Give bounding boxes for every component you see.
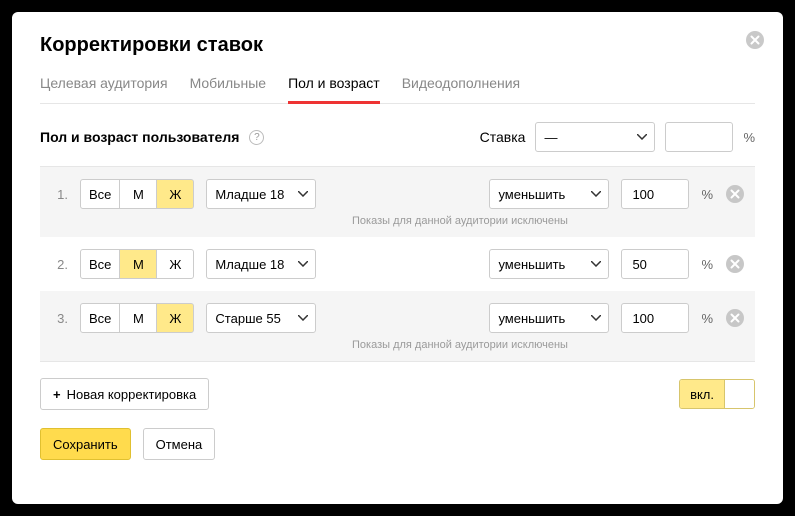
rows-list: 1.ВсеМЖМладше 18уменьшить%Показы для дан…	[40, 166, 755, 362]
gender-f[interactable]: Ж	[156, 303, 194, 333]
tab-1[interactable]: Мобильные	[190, 75, 267, 104]
row-note: Показы для данной аудитории исключены	[52, 215, 745, 227]
delete-row-icon[interactable]	[725, 184, 745, 204]
gender-all[interactable]: Все	[80, 303, 120, 333]
add-adjustment-button[interactable]: + Новая корректировка	[40, 378, 209, 410]
gender-f[interactable]: Ж	[156, 179, 194, 209]
chevron-down-icon	[591, 315, 601, 321]
value-input[interactable]	[621, 249, 689, 279]
chevron-down-icon	[298, 191, 308, 197]
adjustment-row: 3. ВсеМЖ Старше 55 уменьшить% Показы для дан…	[40, 291, 755, 361]
pct-sign: %	[701, 311, 713, 326]
close-icon[interactable]	[745, 30, 765, 50]
filter-label: Пол и возраст пользователя	[40, 129, 239, 145]
adjustment-row: 1. ВсеМЖ Младше 18 уменьшить% Показы для дан…	[40, 167, 755, 237]
age-select[interactable]: Старше 55	[206, 303, 316, 333]
row-note: Показы для данной аудитории исключены	[52, 339, 745, 351]
delete-row-icon[interactable]	[725, 254, 745, 274]
chevron-down-icon	[298, 315, 308, 321]
value-input[interactable]	[621, 179, 689, 209]
cancel-button[interactable]: Отмена	[143, 428, 216, 460]
chevron-down-icon	[637, 134, 647, 140]
adjustment-row: 2. ВсеМЖ Младше 18 уменьшить%	[40, 237, 755, 291]
enable-toggle[interactable]: вкл.	[679, 379, 755, 409]
gender-m[interactable]: М	[119, 179, 157, 209]
stavka-pct-input[interactable]	[665, 122, 733, 152]
age-value: Младше 18	[215, 257, 284, 272]
gender-all[interactable]: Все	[80, 179, 120, 209]
chevron-down-icon	[591, 261, 601, 267]
stavka-select[interactable]: —	[535, 122, 655, 152]
toggle-knob	[724, 380, 754, 408]
age-value: Младше 18	[215, 187, 284, 202]
age-select[interactable]: Младше 18	[206, 249, 316, 279]
row-index: 3.	[52, 311, 68, 326]
action-select[interactable]: уменьшить	[489, 303, 609, 333]
add-adjustment-label: Новая корректировка	[67, 387, 197, 402]
age-select[interactable]: Младше 18	[206, 179, 316, 209]
age-value: Старше 55	[215, 311, 280, 326]
tab-3[interactable]: Видеодополнения	[402, 75, 520, 104]
help-icon[interactable]: ?	[249, 130, 264, 145]
plus-icon: +	[53, 387, 61, 402]
gender-m[interactable]: М	[119, 303, 157, 333]
chevron-down-icon	[298, 261, 308, 267]
tabs: Целевая аудитория Мобильные Пол и возраст В…	[40, 75, 755, 104]
save-button[interactable]: Сохранить	[40, 428, 131, 460]
gender-segmented: ВсеМЖ	[80, 303, 194, 333]
toggle-label: вкл.	[680, 380, 724, 408]
action-select[interactable]: уменьшить	[489, 179, 609, 209]
gender-f[interactable]: Ж	[156, 249, 194, 279]
stavka-value: —	[544, 130, 557, 145]
pct-sign: %	[743, 130, 755, 145]
row-index: 2.	[52, 257, 68, 272]
stavka-label: Ставка	[480, 129, 526, 145]
tab-0[interactable]: Целевая аудитория	[40, 75, 168, 104]
action-select[interactable]: уменьшить	[489, 249, 609, 279]
pct-sign: %	[701, 187, 713, 202]
gender-all[interactable]: Все	[80, 249, 120, 279]
gender-m[interactable]: М	[119, 249, 157, 279]
gender-segmented: ВсеМЖ	[80, 179, 194, 209]
value-input[interactable]	[621, 303, 689, 333]
tab-2[interactable]: Пол и возраст	[288, 75, 380, 104]
row-index: 1.	[52, 187, 68, 202]
action-value: уменьшить	[498, 187, 565, 202]
pct-sign: %	[701, 257, 713, 272]
action-value: уменьшить	[498, 311, 565, 326]
gender-segmented: ВсеМЖ	[80, 249, 194, 279]
action-value: уменьшить	[498, 257, 565, 272]
page-title: Корректировки ставок	[40, 34, 755, 57]
delete-row-icon[interactable]	[725, 308, 745, 328]
chevron-down-icon	[591, 191, 601, 197]
